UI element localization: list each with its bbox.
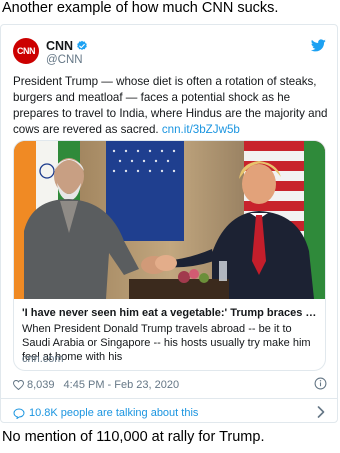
verified-badge-icon bbox=[77, 40, 87, 51]
link-preview-card[interactable]: 'I have never seen him eat a vegetable:'… bbox=[13, 140, 326, 371]
link-card-title[interactable]: 'I have never seen him eat a vegetable:'… bbox=[22, 307, 318, 319]
tweet-timestamp[interactable]: 4:45 PM - Feb 23, 2020 bbox=[64, 379, 180, 391]
link-card-domain: cnn.com bbox=[22, 353, 64, 365]
heart-icon[interactable] bbox=[13, 380, 24, 390]
top-caption: Another example of how much CNN sucks. bbox=[2, 0, 279, 16]
tweet-meta-row: 8,039 4:45 PM - Feb 23, 2020 bbox=[13, 379, 179, 391]
conversation-link[interactable]: 10.8K people are talking about this bbox=[13, 407, 198, 419]
author-name-row: CNN bbox=[46, 39, 88, 53]
tweet-link[interactable]: cnn.it/3bZJw5b bbox=[162, 123, 240, 136]
talking-count[interactable]: 10.8K people are talking about this bbox=[29, 407, 198, 419]
speech-bubble-icon bbox=[13, 407, 25, 419]
link-card-description: When President Donald Trump travels abro… bbox=[22, 323, 311, 363]
cnn-avatar[interactable]: CNN bbox=[13, 38, 39, 64]
tweet-text: President Trump — whose diet is often a … bbox=[13, 74, 329, 138]
embedded-tweet[interactable]: CNN CNN @CNN President Trump — whose die… bbox=[0, 24, 338, 423]
twitter-bird-icon[interactable] bbox=[311, 39, 326, 52]
handle[interactable]: @CNN bbox=[46, 54, 83, 66]
display-name[interactable]: CNN bbox=[46, 39, 73, 53]
info-icon[interactable] bbox=[314, 377, 327, 390]
like-count[interactable]: 8,039 bbox=[27, 379, 55, 391]
bottom-caption: No mention of 110,000 at rally for Trump… bbox=[2, 429, 265, 445]
chevron-right-icon[interactable] bbox=[317, 406, 325, 418]
divider bbox=[1, 398, 337, 399]
link-preview-photo[interactable] bbox=[14, 141, 326, 299]
